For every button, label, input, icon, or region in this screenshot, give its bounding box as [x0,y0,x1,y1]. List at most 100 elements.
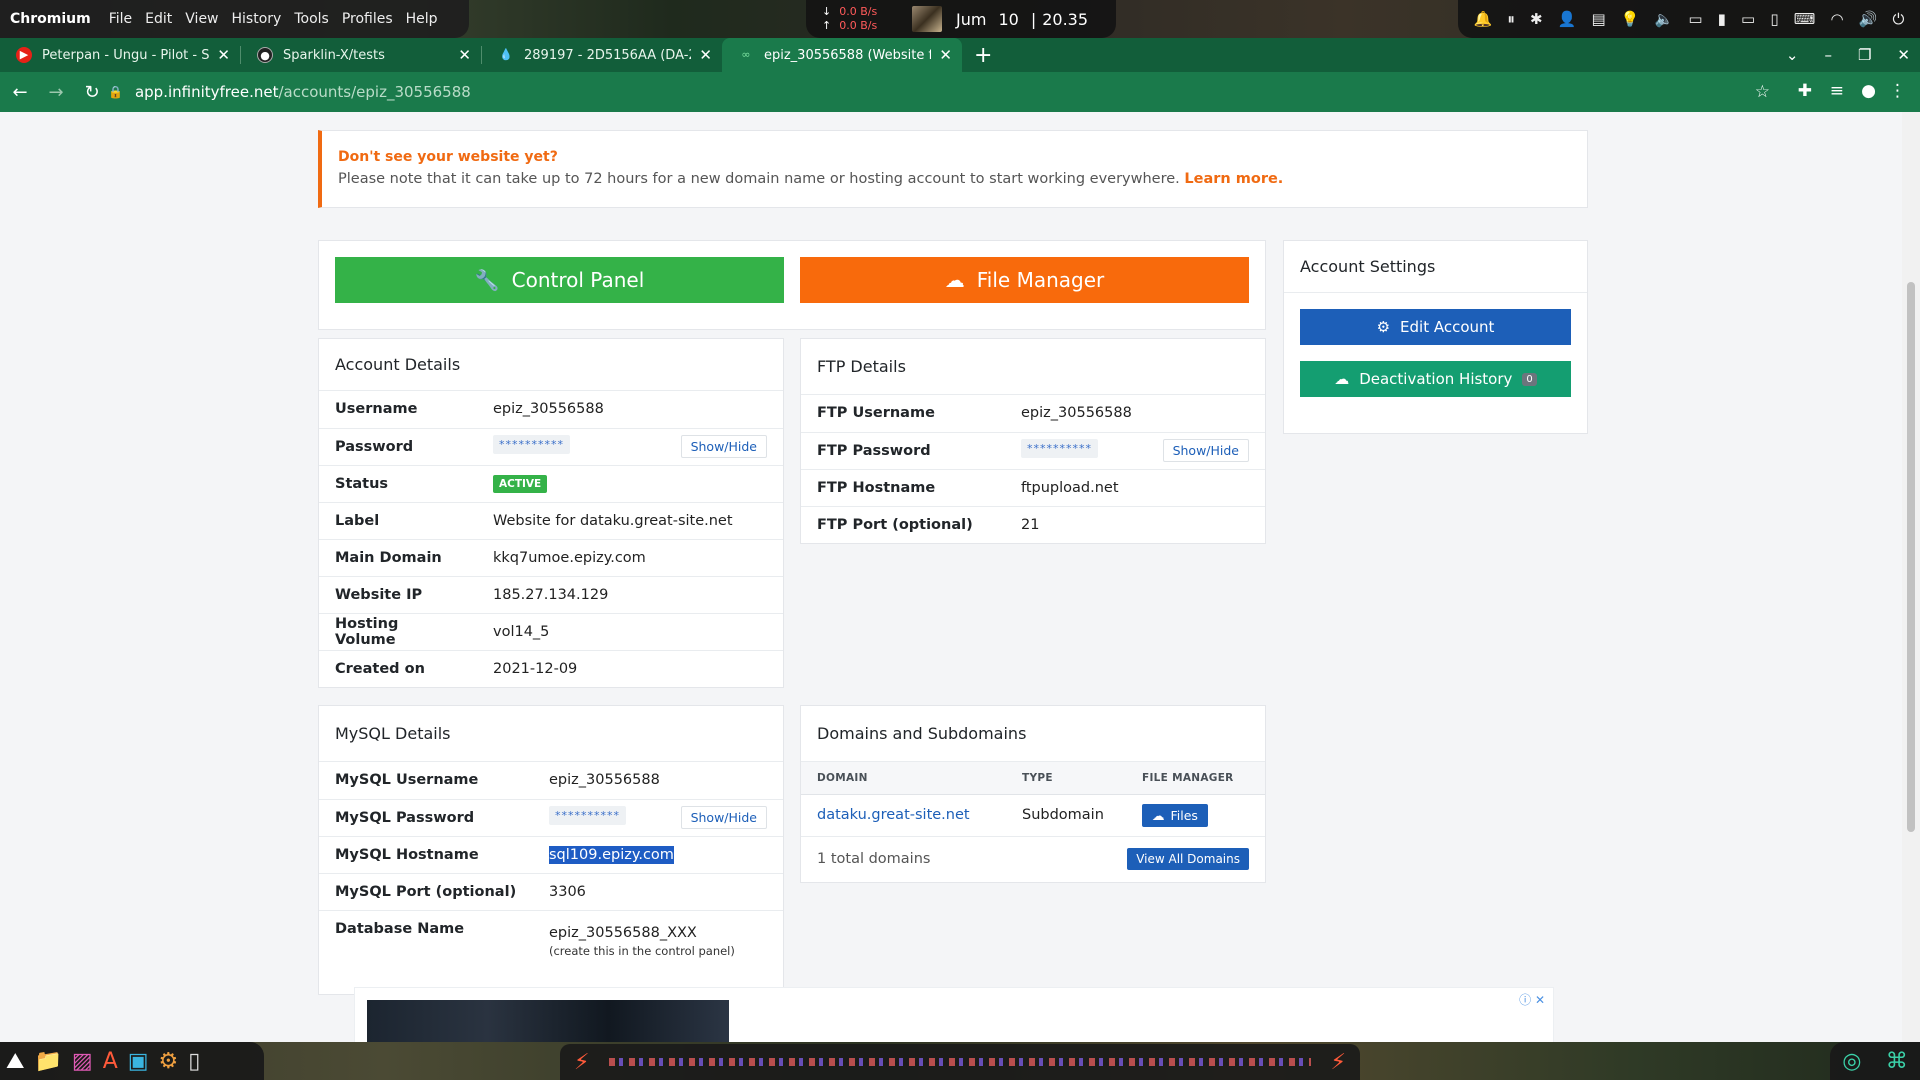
display-icon[interactable]: ▭ [1741,10,1755,28]
table-row: Main Domain kkq7umoe.epizy.com [319,538,783,576]
terminal-icon[interactable]: ▣ [128,1049,149,1074]
clipboard-icon[interactable]: ▤ [1591,10,1605,28]
notice-text: Please note that it can take up to 72 ho… [338,171,1180,187]
show-hide-button[interactable]: Show/Hide [680,435,767,458]
table-row: Password ********** Show/Hide [319,427,783,465]
page-content: Don't see your website yet? Please note … [0,112,1902,1042]
folder-icon[interactable]: 📁 [34,1049,61,1074]
files-button[interactable]: ☁ Files [1142,803,1208,827]
app-menu-bar: Chromium File Edit View History Tools Pr… [0,0,469,38]
menu-tools[interactable]: Tools [294,11,329,27]
show-hide-button[interactable]: Show/Hide [680,806,767,829]
media-thumbnail[interactable] [912,6,942,32]
account-settings-title: Account Settings [1284,241,1587,293]
bookmark-star-icon[interactable]: ☆ [1755,82,1770,102]
menu-profiles[interactable]: Profiles [342,11,393,27]
github-icon: ● [257,47,273,63]
drop-icon: 💧 [499,48,513,61]
forward-icon[interactable]: → [40,82,72,103]
close-window-icon[interactable]: ✕ [1897,46,1910,64]
new-tab-icon[interactable]: + [974,43,992,68]
control-panel-label: Control Panel [511,268,645,292]
browser-tab[interactable]: ▶ Peterpan - Ungu - Pilot - Seve ✕ [0,38,240,72]
clock[interactable]: 20.35 [1042,10,1088,29]
chromium-icon[interactable]: ◎ [1842,1049,1861,1074]
battery-icon[interactable]: ▭ [1688,10,1702,28]
table-row: MySQL Hostname sql109.epizy.com [319,835,783,873]
close-tab-icon[interactable]: ✕ [458,46,471,64]
bell-icon[interactable]: 🔔 [1474,10,1493,28]
deactivation-history-button[interactable]: ☁ Deactivation History 0 [1300,361,1571,397]
close-tab-icon[interactable]: ✕ [699,46,712,64]
volume-icon[interactable]: 🔈 [1655,10,1674,28]
view-all-domains-button[interactable]: View All Domains [1127,847,1249,870]
close-tab-icon[interactable]: ✕ [939,46,952,64]
phone-icon[interactable]: ▯ [1770,10,1778,28]
scrollbar-thumb[interactable] [1907,282,1915,832]
close-tab-icon[interactable]: ✕ [217,46,230,64]
extensions-icon[interactable]: ✚ [1798,81,1812,101]
row-key: MySQL Username [335,772,479,789]
lightning-icon[interactable]: ⚡ [1331,1050,1346,1075]
desktop-dock: ⛰ 📁 ▨ A ▣ ⚙ ▯ ⚡ ⚡ ◎ ⌘ [0,1042,1920,1080]
media-control-icon[interactable]: ≡ [1830,81,1844,101]
browser-tab-active[interactable]: ∞ epiz_30556588 (Website for d ✕ [722,38,962,72]
tab-title: epiz_30556588 (Website for d [764,47,932,63]
lightning-icon[interactable]: ⚡ [574,1050,589,1075]
domain-link[interactable]: dataku.great-site.net [817,807,970,823]
control-panel-button[interactable]: 🔧 Control Panel [335,257,784,303]
speaker-icon[interactable]: 🔊 [1859,10,1878,28]
lock-icon[interactable]: 🔒 [108,85,123,99]
user-icon[interactable]: 👤 [1558,10,1577,28]
page-scrollbar[interactable] [1902,112,1920,1042]
kebab-menu-icon[interactable]: ⋮ [1889,81,1906,101]
keyboard-icon[interactable]: ⌨ [1794,10,1816,28]
system-tray: 🔔 ⏸ ✱ 👤 ▤ 💡 🔈 ▭ ▮ ▭ ▯ ⌨ ◠ 🔊 ⏻ [1458,0,1920,38]
maximize-icon[interactable]: ❐ [1858,46,1871,64]
menu-view[interactable]: View [185,11,218,27]
edit-account-button[interactable]: ⚙ Edit Account [1300,309,1571,345]
advertisement[interactable]: ⓘ ✕ [354,987,1554,1042]
reload-icon[interactable]: ↻ [76,82,108,103]
menu-history[interactable]: History [232,11,282,27]
document-icon[interactable]: ▯ [188,1049,200,1074]
mountain-icon[interactable]: ⛰ [6,1049,24,1074]
power-icon[interactable]: ⏻ [1892,10,1904,28]
lightbulb-icon[interactable]: 💡 [1621,10,1640,28]
file-manager-button[interactable]: ☁ File Manager [800,257,1249,303]
menu-help[interactable]: Help [406,11,438,27]
text-editor-icon[interactable]: A [103,1049,118,1074]
ad-choices-icon[interactable]: ⓘ ✕ [1519,991,1545,1008]
settings-gear-icon[interactable]: ⚙ [159,1049,179,1074]
address-bar[interactable]: 🔒 app.infinityfree.net /accounts/epiz_30… [108,77,1778,107]
separator: | [1030,9,1037,29]
browser-tab[interactable]: ● Sparklin-X/tests ✕ [241,38,481,72]
domains-title: Domains and Subdomains [801,706,1265,762]
minimize-icon[interactable]: – [1824,46,1832,64]
bluetooth-icon[interactable]: ✱ [1530,10,1543,28]
app-name[interactable]: Chromium [10,11,91,27]
tab-search-icon[interactable]: ⌄ [1786,46,1799,64]
account-details-card: Account Details Username epiz_30556588 P… [318,338,784,688]
row-key: FTP Port (optional) [801,505,1005,543]
row-key: Label [319,501,477,539]
selected-hostname-text[interactable]: sql109.epizy.com [549,845,674,864]
back-icon[interactable]: ← [4,82,36,103]
pause-icon[interactable]: ⏸ [1507,10,1515,28]
wifi-icon[interactable]: ◠ [1830,10,1843,28]
image-viewer-icon[interactable]: ▨ [72,1049,93,1074]
row-key: Main Domain [319,538,477,576]
dock-running-apps: ◎ ⌘ [1830,1042,1920,1080]
menu-edit[interactable]: Edit [145,11,172,27]
youtube-icon: ▶ [16,47,32,63]
learn-more-link[interactable]: Learn more. [1184,171,1283,187]
ad-image[interactable] [367,1000,729,1042]
menu-file[interactable]: File [109,11,132,27]
table-row: Hosting Volume vol14_5 [319,612,783,650]
row-value[interactable]: sql109.epizy.com [533,835,783,873]
profile-avatar-icon[interactable]: ● [1861,81,1876,101]
usb-icon[interactable]: ▮ [1718,10,1726,28]
show-hide-button[interactable]: Show/Hide [1162,439,1249,462]
browser-tab[interactable]: 💧 289197 - 2D5156AA (DA-205): ✕ [482,38,722,72]
vscode-icon[interactable]: ⌘ [1886,1049,1908,1074]
